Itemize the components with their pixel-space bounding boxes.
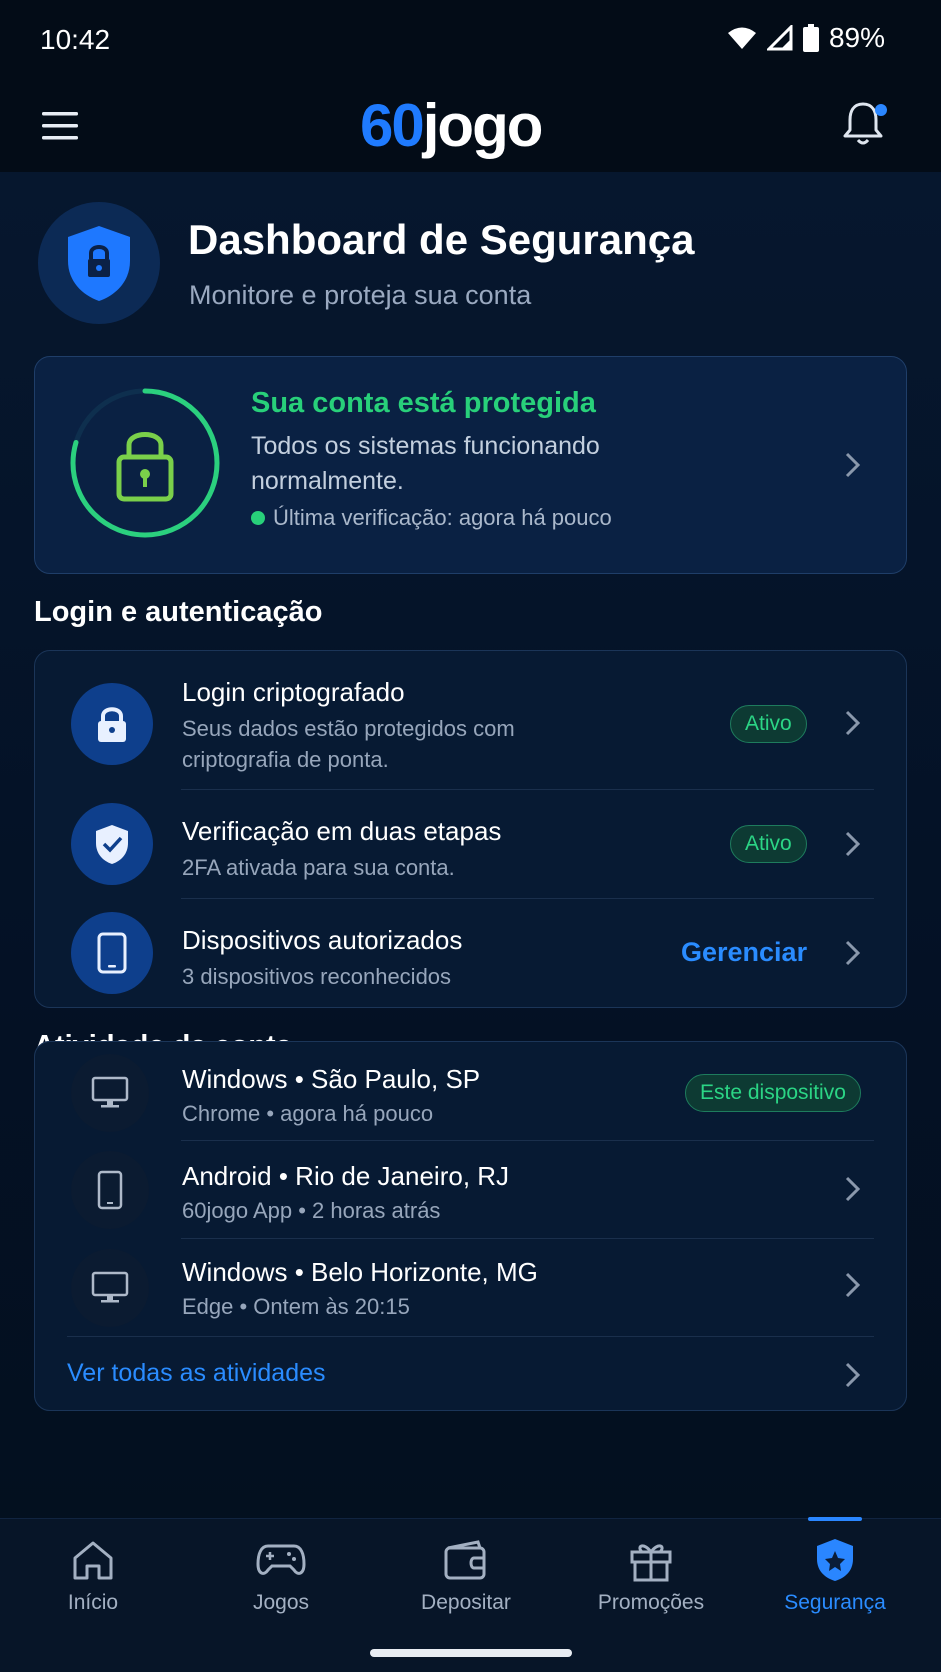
activity-subtitle: Chrome • agora há pouco <box>182 1101 434 1126</box>
page-title: Dashboard de Segurança <box>188 216 695 263</box>
chevron-right-icon <box>845 1176 861 1202</box>
login-item-title: Dispositivos autorizados <box>182 925 463 955</box>
2fa-icon-wrap <box>71 803 153 885</box>
status-time: 10:42 <box>40 24 111 55</box>
bottom-nav: Início Jogos Depositar Promoções Seguran… <box>0 1517 941 1672</box>
nav-item-seguranca[interactable]: Segurança <box>750 1519 920 1629</box>
nav-label: Jogos <box>252 1591 310 1614</box>
protection-ring <box>70 388 220 538</box>
login-item-devices[interactable]: Dispositivos autorizados 3 dispositivos … <box>35 899 908 1007</box>
nav-item-depositar[interactable]: Depositar <box>381 1519 551 1629</box>
manage-devices-link[interactable]: Gerenciar <box>681 937 807 968</box>
activity-title: Windows • São Paulo, SP <box>182 1064 481 1094</box>
home-indicator <box>370 1649 572 1657</box>
page-subtitle: Monitore e proteja sua conta <box>189 280 532 310</box>
status-badge: Ativo <box>730 825 807 863</box>
chevron-right-icon <box>845 452 861 478</box>
shield-icon <box>810 1535 860 1585</box>
device-icon-wrap <box>71 1151 149 1229</box>
chevron-right-icon <box>845 1272 861 1298</box>
app-header: 60 jogo <box>0 84 941 172</box>
protection-status-card[interactable]: Sua conta está protegida Todos os sistem… <box>34 356 907 574</box>
nav-item-promocoes[interactable]: Promoções <box>566 1519 736 1629</box>
login-item-2fa[interactable]: Verificação em duas etapas 2FA ativada p… <box>35 790 908 898</box>
shield-lock-icon <box>68 226 130 301</box>
chevron-right-icon <box>845 940 861 966</box>
status-icons: 89% <box>727 22 885 54</box>
protection-text: Todos os sistemas funcionando normalment… <box>251 432 600 495</box>
nav-label: Depositar <box>421 1591 511 1614</box>
phone-icon <box>97 1170 123 1210</box>
notification-dot <box>875 104 887 116</box>
notifications-button[interactable] <box>841 98 891 154</box>
logo-suffix: jogo <box>422 91 544 159</box>
battery-level: 89% <box>828 22 885 53</box>
login-item-subtitle: 2FA ativada para sua conta. <box>182 855 455 880</box>
lock-icon <box>116 432 174 502</box>
login-item-subtitle: 3 dispositivos reconhecidos <box>182 964 452 989</box>
shield-check-icon <box>96 825 128 864</box>
status-dot <box>251 511 265 525</box>
app-logo[interactable]: 60 jogo <box>360 90 544 160</box>
status-badge: Ativo <box>730 705 807 743</box>
activity-item[interactable]: Android • Rio de Janeiro, RJ 60jogo App … <box>35 1141 908 1238</box>
device-icon-wrap <box>71 1054 149 1132</box>
activity-subtitle: Edge • Ontem às 20:15 <box>182 1294 410 1319</box>
chevron-right-icon <box>845 710 861 736</box>
login-item-title: Login criptografado <box>182 677 405 707</box>
activity-subtitle: 60jogo App • 2 horas atrás <box>182 1198 441 1223</box>
gift-icon <box>626 1535 676 1585</box>
activity-title: Windows • Belo Horizonte, MG <box>182 1257 538 1287</box>
last-check-text: Última verificação: agora há pouco <box>273 505 612 530</box>
login-card: Login criptografado Seus dados estão pro… <box>34 650 907 1008</box>
nav-label: Início <box>67 1591 119 1614</box>
last-check: Última verificação: agora há pouco <box>251 505 612 531</box>
nav-item-inicio[interactable]: Início <box>8 1519 178 1629</box>
activity-title: Android • Rio de Janeiro, RJ <box>182 1161 510 1191</box>
desktop-icon <box>91 1076 129 1108</box>
devices-icon-wrap <box>71 912 153 994</box>
see-all-activity-link[interactable]: Ver todas as atividades <box>67 1359 326 1388</box>
status-bar: 10:42 89% <box>0 0 941 84</box>
this-device-badge: Este dispositivo <box>685 1074 861 1112</box>
chevron-right-icon <box>845 1362 861 1388</box>
menu-button[interactable] <box>40 104 84 148</box>
wifi-icon <box>727 27 756 49</box>
protection-title: Sua conta está protegida <box>251 387 596 419</box>
chevron-right-icon <box>845 831 861 857</box>
tablet-icon <box>97 932 127 974</box>
gamepad-icon <box>256 1535 306 1585</box>
hamburger-icon <box>42 112 78 140</box>
see-all-activity-row[interactable]: Ver todas as atividades <box>35 1337 908 1410</box>
lock-icon <box>98 707 126 742</box>
device-icon-wrap <box>71 1249 149 1327</box>
home-icon <box>68 1535 118 1585</box>
login-item-subtitle: Seus dados estão protegidos com criptogr… <box>182 716 515 772</box>
activity-item[interactable]: Windows • Belo Horizonte, MG Edge • Onte… <box>35 1239 908 1336</box>
battery-icon <box>802 24 819 52</box>
logo-prefix: 60 <box>360 91 425 159</box>
nav-label: Promoções <box>597 1591 705 1614</box>
login-item-encrypted[interactable]: Login criptografado Seus dados estão pro… <box>35 651 908 789</box>
activity-item: Windows • São Paulo, SP Chrome • agora h… <box>35 1042 908 1140</box>
signal-icon <box>766 25 793 51</box>
desktop-icon <box>91 1271 129 1303</box>
nav-label: Segurança <box>784 1591 886 1614</box>
nav-item-jogos[interactable]: Jogos <box>196 1519 366 1629</box>
main-content: Dashboard de Segurança Monitore e protej… <box>0 172 941 1518</box>
encrypted-login-icon-wrap <box>71 683 153 765</box>
activity-card: Windows • São Paulo, SP Chrome • agora h… <box>34 1041 907 1411</box>
login-item-title: Verificação em duas etapas <box>182 816 502 846</box>
section-title-login: Login e autenticação <box>34 596 323 628</box>
wallet-icon <box>441 1535 491 1585</box>
hero-shield <box>38 202 160 324</box>
